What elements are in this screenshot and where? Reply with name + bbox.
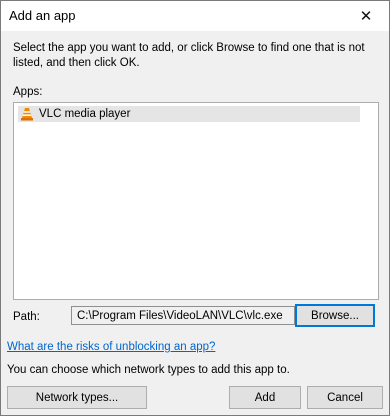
- title-bar: Add an app ✕: [1, 1, 389, 31]
- path-field: C:\Program Files\VideoLAN\VLC\vlc.exe: [71, 306, 295, 325]
- add-button[interactable]: Add: [229, 386, 301, 409]
- network-types-button[interactable]: Network types...: [7, 386, 147, 409]
- risks-link[interactable]: What are the risks of unblocking an app?: [7, 341, 215, 353]
- add-app-dialog: Add an app ✕ Select the app you want to …: [0, 0, 390, 416]
- close-icon[interactable]: ✕: [343, 1, 389, 31]
- browse-button[interactable]: Browse...: [295, 304, 375, 327]
- vlc-cone-icon: [21, 108, 33, 121]
- network-note: You can choose which network types to ad…: [7, 364, 290, 376]
- list-item-vlc[interactable]: VLC media player: [18, 106, 360, 122]
- dialog-title: Add an app: [9, 8, 76, 23]
- cancel-button[interactable]: Cancel: [307, 386, 383, 409]
- dialog-content: Select the app you want to add, or click…: [1, 31, 389, 383]
- app-name: VLC media player: [39, 108, 131, 120]
- apps-label: Apps:: [13, 86, 43, 98]
- apps-list[interactable]: VLC media player: [13, 102, 379, 300]
- instructions-text: Select the app you want to add, or click…: [13, 42, 365, 69]
- path-label: Path:: [13, 311, 40, 323]
- dialog-footer: Network types... Add Cancel: [1, 383, 389, 415]
